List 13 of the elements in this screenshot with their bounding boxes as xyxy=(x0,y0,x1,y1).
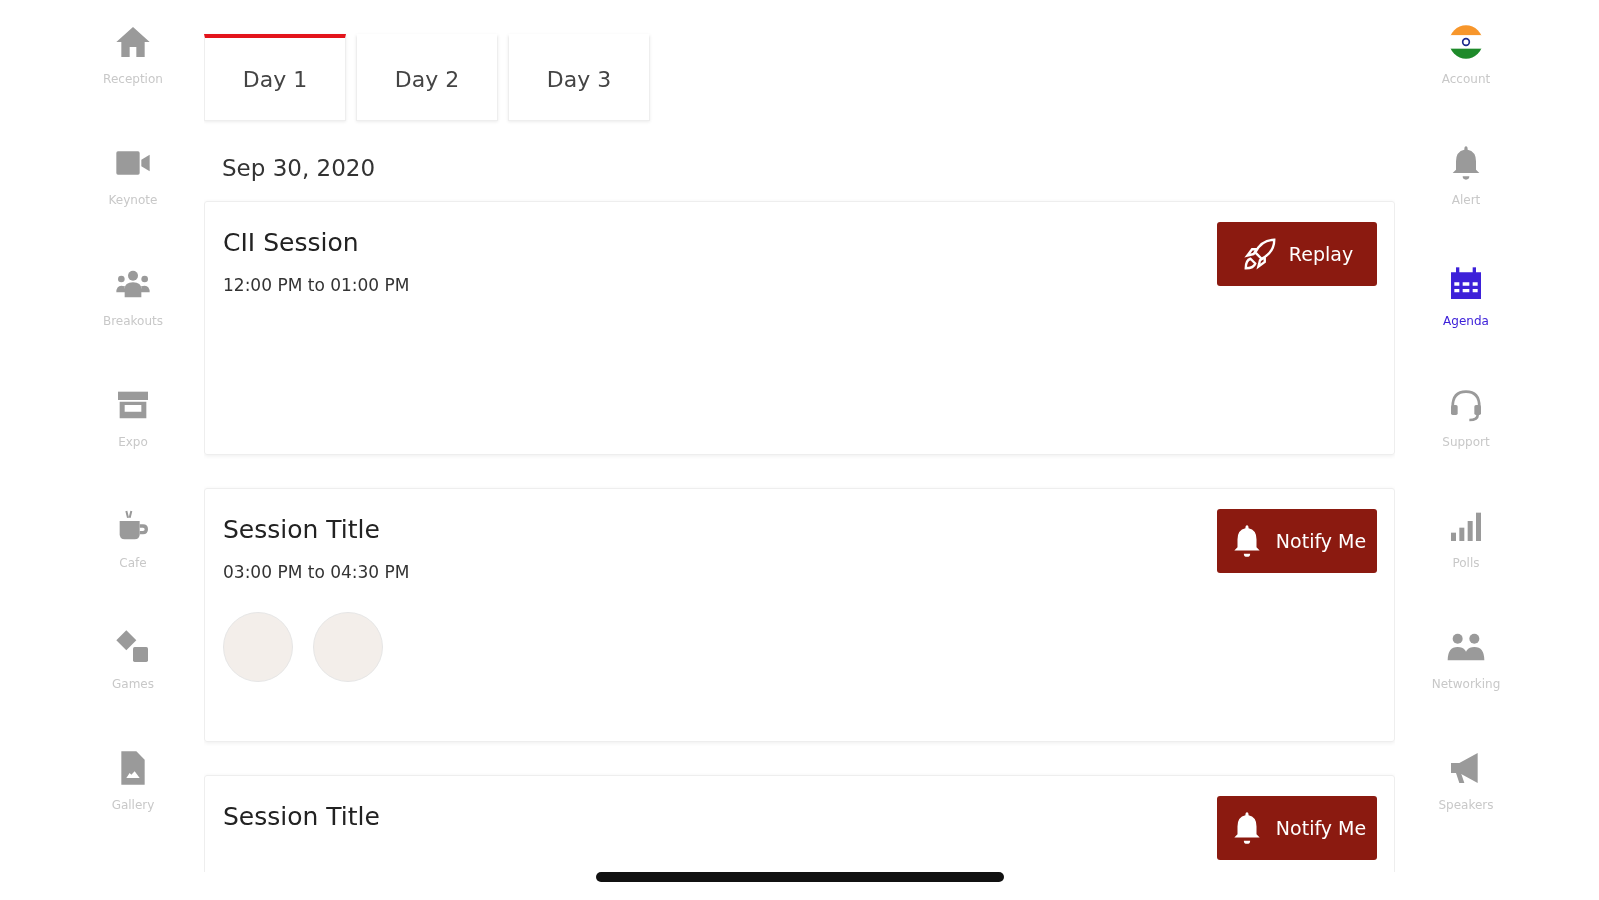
nav-item[interactable]: Agenda xyxy=(1416,264,1516,363)
notify-button[interactable]: Notify Me xyxy=(1217,796,1377,860)
session-time: 12:00 PM to 01:00 PM xyxy=(223,275,410,295)
session-title: Session Title xyxy=(223,802,380,831)
day-tab[interactable]: Day 1 xyxy=(204,34,346,121)
session-time: 03:00 PM to 04:30 PM xyxy=(223,562,410,582)
replay-button[interactable]: Replay xyxy=(1217,222,1377,286)
date-heading: Sep 30, 2020 xyxy=(222,155,377,181)
session-title: Session Title xyxy=(223,515,381,544)
notify-button[interactable]: Notify Me xyxy=(1217,509,1377,573)
session-title: CII Session xyxy=(223,228,360,257)
day-tab[interactable]: Day 3 xyxy=(508,34,650,121)
day-tab[interactable]: Day 2 xyxy=(356,34,498,121)
